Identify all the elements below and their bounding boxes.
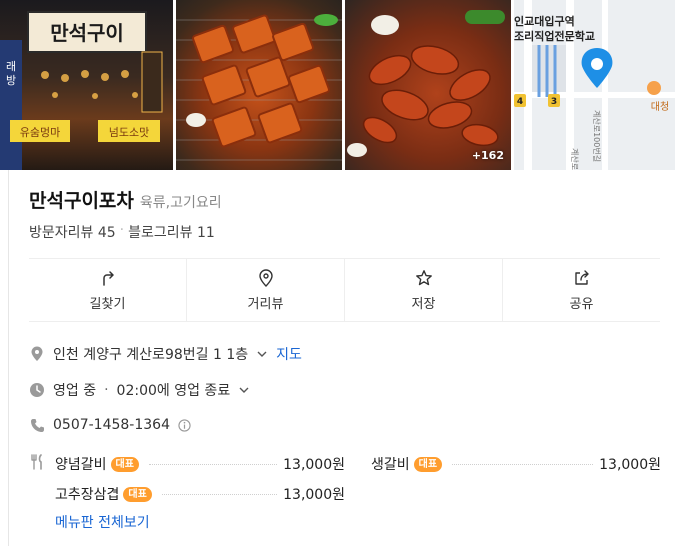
streetview-button[interactable]: 거리뷰 [187, 259, 345, 321]
storefront-illustration: 만석구이 래 방 유숨멍마 넘도소맛 [0, 11, 163, 170]
utensils-icon [31, 454, 42, 470]
chevron-down-icon[interactable] [238, 384, 250, 396]
menu-row-1: 양념갈비 대표 13,000원 생갈비 대표 13,000원 [29, 451, 661, 477]
closing-time[interactable]: 02:00에 영업 종료 [117, 380, 231, 400]
dotted-leader [161, 493, 278, 495]
menu-section: 양념갈비 대표 13,000원 생갈비 대표 13,000원 고추장삼겹 대표 … [29, 451, 661, 507]
mini-map[interactable]: 인교대입구역 조리직업전문학교 4 3 계산로98번길 계산로100번길 대청 [514, 0, 675, 170]
title-row: 만석구이포차 육류,고기요리 [29, 186, 222, 213]
banner-right: 넘도소맛 [109, 126, 149, 139]
hours-row: 영업 중 · 02:00에 영업 종료 [29, 380, 250, 400]
place-category: 육류,고기요리 [139, 195, 222, 211]
map-poi-label: 대청 [651, 101, 669, 113]
more-photos-count[interactable]: +162 [472, 149, 504, 162]
view-full-menu-link[interactable]: 메뉴판 전체보기 [55, 512, 150, 532]
address-text[interactable]: 인천 계양구 계산로98번길 1 1층 [53, 344, 248, 364]
share-button[interactable]: 공유 [503, 259, 660, 321]
map-station-label: 인교대입구역 [514, 14, 575, 28]
menu-item[interactable]: 고추장삼겹 대표 13,000원 [55, 484, 345, 504]
directions-label: 길찾기 [89, 296, 126, 312]
signature-badge: 대표 [413, 456, 443, 472]
svg-text:래: 래 [6, 60, 16, 73]
dotted-leader [452, 463, 594, 465]
signature-badge: 대표 [123, 486, 152, 502]
streetview-icon [258, 268, 273, 287]
info-icon[interactable] [178, 418, 191, 432]
place-info-card: 만석구이포차 육류,고기요리 방문자리뷰 45 · 블로그리뷰 11 길찾기 거… [8, 170, 675, 546]
blog-reviews-link[interactable]: 블로그리뷰 11 [128, 222, 215, 242]
save-label: 저장 [411, 296, 436, 312]
map-line3-marker: 3 [551, 97, 557, 107]
directions-icon [102, 270, 114, 286]
map-link[interactable]: 지도 [276, 344, 302, 364]
phone-icon [31, 419, 44, 432]
address-row: 인천 계양구 계산로98번길 1 1층 지도 [29, 344, 302, 364]
spicy-meat-illustration [347, 10, 505, 157]
phone-row: 0507-1458-1364 [29, 417, 191, 433]
phone-number[interactable]: 0507-1458-1364 [53, 417, 170, 433]
action-bar: 길찾기 거리뷰 저장 공유 [29, 258, 660, 322]
menu-item-price: 13,000원 [283, 487, 345, 503]
directions-button[interactable]: 길찾기 [29, 259, 187, 321]
menu-item[interactable]: 생갈비 대표 13,000원 [371, 454, 661, 474]
menu-item-name: 고추장삼겹 [55, 487, 120, 503]
streetview-label: 거리뷰 [247, 296, 284, 312]
grill-illustration [176, 14, 342, 161]
signature-badge: 대표 [110, 456, 139, 472]
location-pin-icon [31, 346, 43, 361]
menu-row-2: 고추장삼겹 대표 13,000원 [29, 481, 661, 507]
save-button[interactable]: 저장 [345, 259, 503, 321]
photo-spicy-meat[interactable]: +162 [345, 0, 511, 170]
review-summary: 방문자리뷰 45 · 블로그리뷰 11 [29, 222, 215, 242]
star-icon [415, 269, 432, 285]
separator-dot: · [119, 222, 125, 238]
svg-text:방: 방 [6, 74, 16, 87]
map-illustration: 인교대입구역 조리직업전문학교 4 3 계산로98번길 계산로100번길 대청 [514, 0, 675, 170]
clock-icon [30, 383, 44, 397]
photo-grilled-pork[interactable] [176, 0, 342, 170]
menu-item[interactable]: 양념갈비 대표 13,000원 [55, 454, 345, 474]
menu-item-price: 13,000원 [283, 457, 345, 473]
share-label: 공유 [569, 296, 594, 312]
map-line4-marker: 4 [517, 97, 523, 107]
banner-left: 유숨멍마 [20, 126, 60, 139]
share-icon [574, 269, 589, 285]
menu-item-price: 13,000원 [599, 457, 661, 473]
chevron-down-icon[interactable] [256, 348, 268, 360]
photo-gallery: 만석구이 래 방 유숨멍마 넘도소맛 +162 인교대입구역 조리직업전문학교 … [0, 0, 675, 170]
separator-dot: · [104, 382, 109, 398]
dotted-leader [148, 463, 278, 465]
menu-item-name: 양념갈비 [55, 457, 107, 473]
map-school-label: 조리직업전문학교 [514, 29, 595, 43]
store-sign: 만석구이 [50, 21, 124, 45]
place-name[interactable]: 만석구이포차 [29, 186, 134, 213]
visitor-reviews-link[interactable]: 방문자리뷰 45 [29, 222, 116, 242]
map-street-label-1: 계산로98번길 [570, 148, 580, 170]
open-status: 영업 중 [53, 383, 97, 399]
map-street-label-2: 계산로100번길 [592, 110, 602, 162]
photo-storefront[interactable]: 만석구이 래 방 유숨멍마 넘도소맛 [0, 0, 173, 170]
menu-item-name: 생갈비 [371, 457, 410, 473]
